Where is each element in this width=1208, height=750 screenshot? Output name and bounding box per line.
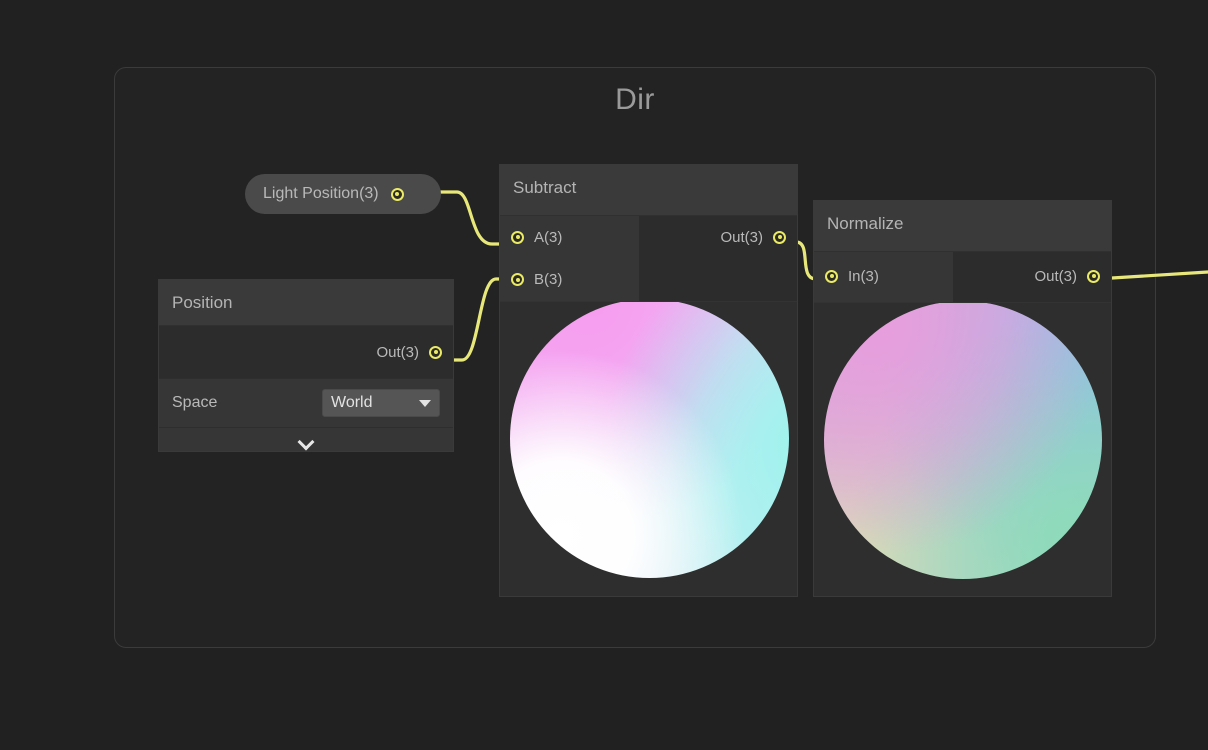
port-subtract-a[interactable] bbox=[511, 230, 524, 244]
port-position-out[interactable] bbox=[429, 345, 442, 359]
slot-normalize-out-label: Out(3) bbox=[1034, 267, 1077, 285]
normalize-outputs: Out(3) bbox=[954, 252, 1111, 302]
node-normalize[interactable]: Normalize In(3) Out(3) bbox=[813, 200, 1112, 597]
group-title: Dir bbox=[615, 83, 655, 116]
normalize-inputs: In(3) bbox=[814, 252, 954, 302]
space-label: Space bbox=[172, 394, 218, 411]
port-normalize-in[interactable] bbox=[825, 269, 838, 283]
normalize-node-title: Normalize bbox=[814, 201, 1111, 252]
slot-normalize-in[interactable]: In(3) bbox=[814, 252, 953, 300]
normalize-preview-sphere bbox=[824, 303, 1102, 579]
node-position[interactable]: Position Out(3) Space World bbox=[158, 279, 454, 452]
slot-position-out-label: Out(3) bbox=[376, 343, 419, 361]
slot-subtract-out-label: Out(3) bbox=[720, 228, 763, 246]
node-subtract[interactable]: Subtract A(3) B(3) Out(3) bbox=[499, 164, 798, 597]
slot-subtract-b[interactable]: B(3) bbox=[500, 258, 639, 301]
normalize-preview[interactable] bbox=[814, 302, 1111, 596]
subtract-node-title: Subtract bbox=[500, 165, 797, 216]
space-dropdown-value: World bbox=[331, 394, 373, 411]
slot-subtract-b-label: B(3) bbox=[534, 271, 563, 288]
position-space-row: Space World bbox=[159, 378, 453, 427]
slot-normalize-in-label: In(3) bbox=[848, 267, 879, 285]
node-light-position[interactable]: Light Position(3) bbox=[245, 174, 441, 214]
subtract-preview[interactable] bbox=[500, 301, 797, 596]
port-subtract-out[interactable] bbox=[773, 230, 786, 244]
normalize-slot-area: In(3) Out(3) bbox=[814, 252, 1111, 302]
subtract-slot-area: A(3) B(3) Out(3) bbox=[500, 216, 797, 301]
position-slot-area: Out(3) bbox=[159, 326, 453, 378]
port-subtract-b[interactable] bbox=[511, 273, 524, 286]
slot-subtract-a-label: A(3) bbox=[534, 228, 563, 246]
subtract-preview-sphere bbox=[510, 302, 789, 578]
light-position-label: Light Position(3) bbox=[263, 185, 379, 202]
port-normalize-out[interactable] bbox=[1087, 269, 1100, 283]
subtract-outputs: Out(3) bbox=[640, 216, 797, 301]
chevron-down-icon bbox=[419, 399, 431, 407]
slot-subtract-a[interactable]: A(3) bbox=[500, 216, 639, 258]
chevron-down-icon bbox=[299, 436, 313, 444]
space-dropdown[interactable]: World bbox=[322, 389, 440, 417]
graph-canvas[interactable]: Dir Light Position(3) Position Out(3) Sp… bbox=[0, 0, 1208, 750]
slot-subtract-out[interactable]: Out(3) bbox=[640, 216, 797, 258]
position-expander-button[interactable] bbox=[159, 427, 453, 451]
position-node-title: Position bbox=[159, 280, 453, 326]
subtract-inputs: A(3) B(3) bbox=[500, 216, 640, 301]
slot-normalize-out[interactable]: Out(3) bbox=[954, 252, 1111, 300]
port-light-position-out[interactable] bbox=[390, 187, 404, 201]
slot-position-out[interactable]: Out(3) bbox=[159, 326, 453, 378]
